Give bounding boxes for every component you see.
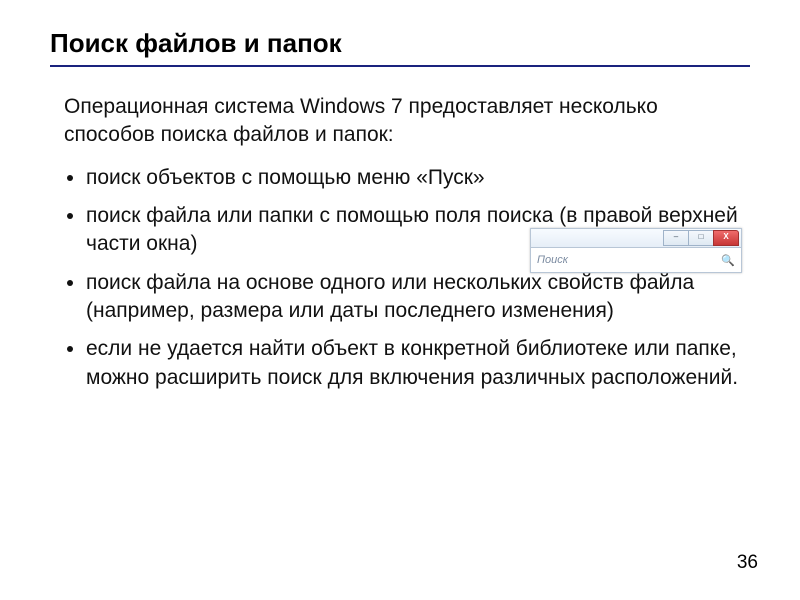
page-number: 36 [737,552,758,574]
bullet-list-2: поиск файла на основе одного или несколь… [64,269,750,392]
intro-paragraph: Операционная система Windows 7 предостав… [64,93,750,150]
slide-title: Поиск файлов и папок [50,28,750,59]
win7-titlebar: – □ X [530,228,742,248]
close-button[interactable]: X [713,230,739,246]
list-item: если не удается найти объект в конкретно… [86,335,750,392]
window-control-buttons: – □ X [664,230,739,246]
list-item: поиск файла на основе одного или несколь… [86,269,750,326]
slide: Поиск файлов и папок Операционная систем… [0,0,800,600]
maximize-button[interactable]: □ [688,230,714,246]
search-placeholder: Поиск [537,254,568,266]
win7-window-fragment: – □ X Поиск 🔍 [530,228,742,273]
list-item: поиск объектов с помощью меню «Пуск» [86,164,750,192]
search-field[interactable]: Поиск 🔍 [530,248,742,273]
search-icon: 🔍 [721,254,735,267]
title-underline [50,65,750,67]
minimize-button[interactable]: – [663,230,689,246]
